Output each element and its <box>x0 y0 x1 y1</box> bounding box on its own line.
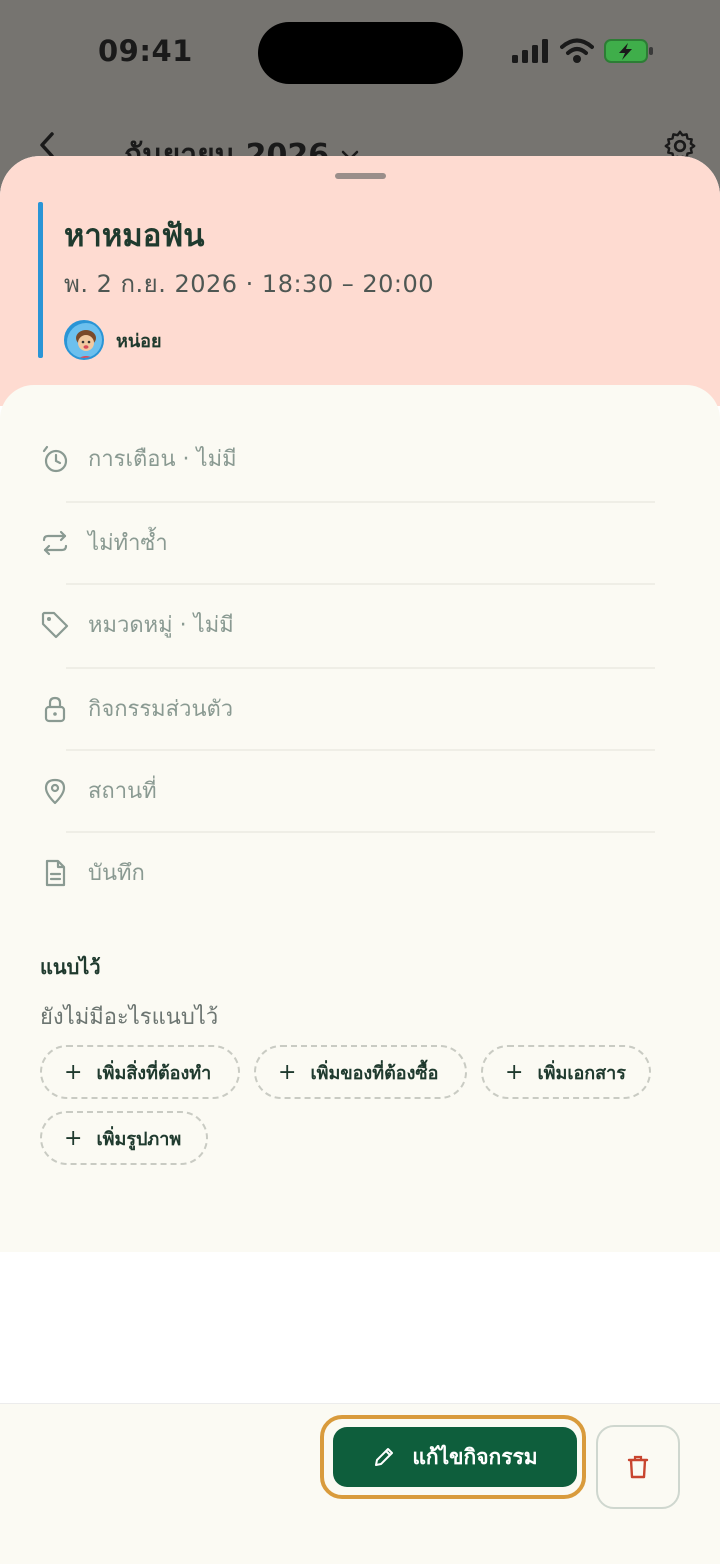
delete-event-button[interactable] <box>596 1425 680 1509</box>
location-label: สถานที่ <box>88 779 157 804</box>
add-document-button[interactable]: + เพิ่มเอกสาร <box>481 1045 651 1099</box>
add-todo-label: เพิ่มสิ่งที่ต้องทำ <box>96 1062 212 1084</box>
add-shopping-button[interactable]: + เพิ่มของที่ต้องซื้อ <box>254 1045 467 1099</box>
event-owner: หน่อย <box>64 320 162 360</box>
add-photo-button[interactable]: + เพิ่มรูปภาพ <box>40 1111 208 1165</box>
event-datetime: พ. 2 ก.ย. 2026 · 18:30 – 20:00 <box>64 270 435 298</box>
add-todo-button[interactable]: + เพิ่มสิ่งที่ต้องทำ <box>40 1045 240 1099</box>
note-icon <box>40 858 70 888</box>
divider <box>66 667 655 669</box>
privacy-row[interactable]: กิจกรรมส่วนตัว <box>40 691 655 726</box>
owner-name: หน่อย <box>116 330 162 352</box>
status-icons <box>512 38 654 64</box>
edit-event-button[interactable]: แก้ไขกิจกรรม <box>333 1427 577 1487</box>
notes-row[interactable]: บันทึก <box>40 855 655 890</box>
divider <box>66 501 655 503</box>
category-label: หมวดหมู่ · ไม่มี <box>88 613 234 638</box>
wifi-icon <box>560 38 594 63</box>
event-detail-sheet: หาหมอฟัน พ. 2 ก.ย. 2026 · 18:30 – 20:00 … <box>0 156 720 1564</box>
repeat-icon <box>40 528 70 558</box>
event-header: หาหมอฟัน พ. 2 ก.ย. 2026 · 18:30 – 20:00 … <box>0 156 720 406</box>
repeat-label: ไม่ทำซ้ำ <box>88 531 168 556</box>
divider <box>66 831 655 833</box>
plus-icon: + <box>64 1059 83 1085</box>
notes-label: บันทึก <box>88 861 145 886</box>
reminder-label: การเตือน · ไม่มี <box>88 447 237 472</box>
plus-icon: + <box>278 1059 297 1085</box>
battery-icon <box>604 39 653 63</box>
event-details-panel: การเตือน · ไม่มี ไม่ทำซ้ำ หมวดหมู่ · ไม่… <box>0 385 720 1252</box>
pencil-icon <box>375 1448 394 1466</box>
action-footer: แก้ไขกิจกรรม <box>0 1403 720 1564</box>
sheet-grabber[interactable] <box>335 173 386 179</box>
divider <box>66 583 655 585</box>
lock-icon <box>40 694 70 724</box>
trash-icon <box>627 1455 649 1479</box>
category-row[interactable]: หมวดหมู่ · ไม่มี <box>40 607 655 642</box>
avatar-icon <box>67 323 102 358</box>
signal-icon <box>512 39 548 63</box>
repeat-row[interactable]: ไม่ทำซ้ำ <box>40 525 655 560</box>
edit-event-label: แก้ไขกิจกรรม <box>412 1444 538 1469</box>
reminder-row[interactable]: การเตือน · ไม่มี <box>40 441 655 476</box>
privacy-label: กิจกรรมส่วนตัว <box>88 697 234 722</box>
attachments-empty-text: ยังไม่มีอะไรแนบไว้ <box>40 1005 219 1030</box>
add-photo-label: เพิ่มรูปภาพ <box>96 1128 182 1150</box>
alarm-icon <box>40 444 70 474</box>
location-row[interactable]: สถานที่ <box>40 773 655 808</box>
location-pin-icon <box>40 776 70 806</box>
plus-icon: + <box>64 1125 83 1151</box>
tag-icon <box>40 610 70 640</box>
status-time: 09:41 <box>98 34 193 68</box>
divider <box>66 749 655 751</box>
dynamic-island <box>258 22 463 84</box>
attachments-title: แนบไว้ <box>40 955 101 979</box>
add-document-label: เพิ่มเอกสาร <box>537 1062 626 1084</box>
event-title: หาหมอฟัน <box>64 218 205 254</box>
add-shopping-label: เพิ่มของที่ต้องซื้อ <box>310 1062 439 1084</box>
status-bar: 09:41 <box>0 0 720 110</box>
plus-icon: + <box>505 1059 524 1085</box>
event-color-bar <box>38 202 43 358</box>
avatar <box>64 320 104 360</box>
